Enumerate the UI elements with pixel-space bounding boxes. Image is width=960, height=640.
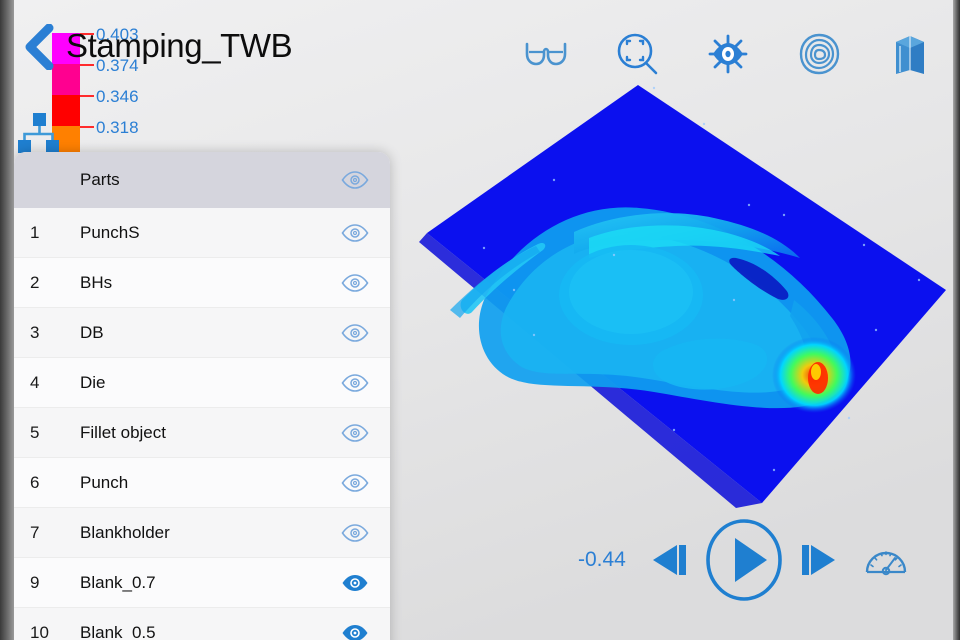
parts-panel: Parts 1 PunchS 2 BHs 3 DB 4 Die 5 Fillet object 6 P… [14,152,390,640]
play-button[interactable] [696,516,792,604]
part-index: 3 [30,322,40,342]
part-index: 5 [30,422,40,442]
part-index: 9 [30,572,40,592]
speedometer-icon [865,551,907,576]
page-title: Stamping_TWB [66,27,293,64]
part-visibility-toggle[interactable] [340,472,370,494]
fit-zoom-button[interactable] [609,28,665,80]
table-row[interactable]: 7 Blankholder [14,508,390,558]
eye-outline-icon [341,473,369,492]
part-name: Blank_0.5 [80,622,156,640]
right-bezel [953,0,960,640]
part-name: Blankholder [80,522,170,542]
table-row[interactable]: 6 Punch [14,458,390,508]
left-bezel [0,0,14,640]
part-index: 6 [30,472,40,492]
table-row[interactable]: 3 DB [14,308,390,358]
part-index: 7 [30,522,40,542]
light-eye-icon [708,34,748,74]
report-button[interactable] [882,28,938,80]
eye-filled-icon [342,624,368,640]
table-row[interactable]: 1 PunchS [14,208,390,258]
playback-speed-button[interactable] [858,532,914,588]
step-backward-button[interactable] [640,532,696,588]
table-row[interactable]: 9 Blank_0.7 [14,558,390,608]
part-visibility-toggle[interactable] [340,222,370,244]
part-visibility-toggle[interactable] [340,322,370,344]
toolbar [518,26,938,82]
parts-panel-header: Parts [14,152,390,208]
part-index: 10 [30,622,49,640]
part-index: 2 [30,272,40,292]
part-name: DB [80,322,104,342]
part-index: 1 [30,222,40,242]
application-window: 0.403 0.374 0.346 0.318 Stamping_TWB Par… [0,0,960,640]
eye-outline-icon [341,523,369,542]
part-visibility-toggle[interactable] [340,372,370,394]
parts-toggle-all-visibility[interactable] [340,169,370,191]
chevron-left-icon [25,23,54,71]
part-index: 4 [30,372,40,392]
book-icon [896,36,924,74]
parts-panel-title: Parts [80,170,120,189]
legend-value-3: 0.318 [96,118,139,137]
eye-outline-icon [341,273,369,292]
back-button[interactable] [22,23,56,71]
step-forward-button[interactable] [792,532,848,588]
part-visibility-toggle[interactable] [340,422,370,444]
step-backward-icon [653,545,686,575]
eye-outline-icon [341,323,369,342]
play-icon [706,519,782,601]
glasses-icon [525,42,567,66]
eye-filled-icon [342,574,368,591]
glasses-button[interactable] [518,28,574,80]
part-name: Fillet object [80,422,166,442]
step-forward-icon [802,545,835,575]
legend-tick-3 [80,126,94,128]
table-row[interactable]: 2 BHs [14,258,390,308]
legend-tick-2 [80,95,94,97]
hierarchy-tree-icon [18,113,59,153]
fit-zoom-icon [617,33,658,75]
contour-icon [799,33,840,75]
part-visibility-toggle[interactable] [340,622,370,640]
light-shading-button[interactable] [700,28,756,80]
eye-outline-icon [341,171,369,189]
table-row[interactable]: 5 Fillet object [14,408,390,458]
part-visibility-toggle[interactable] [340,272,370,294]
contour-button[interactable] [791,28,847,80]
part-name: BHs [80,272,113,292]
eye-outline-icon [341,373,369,392]
playback-controls: -0.44 [578,518,918,602]
table-row[interactable]: 4 Die [14,358,390,408]
part-name: Die [80,372,106,392]
part-name: Punch [80,472,129,492]
part-name: PunchS [80,222,140,242]
frame-value: -0.44 [578,548,626,571]
eye-outline-icon [341,223,369,242]
parts-list[interactable]: 1 PunchS 2 BHs 3 DB 4 Die 5 Fillet object 6 Punch 7 B… [14,208,390,640]
part-visibility-toggle[interactable] [340,572,370,594]
model-tree-button[interactable] [16,110,62,156]
colorbar-segment-1 [52,64,80,95]
part-visibility-toggle[interactable] [340,522,370,544]
table-row[interactable]: 10 Blank_0.5 [14,608,390,640]
part-name: Blank_0.7 [80,572,156,592]
legend-value-2: 0.346 [96,87,139,106]
eye-outline-icon [341,423,369,442]
